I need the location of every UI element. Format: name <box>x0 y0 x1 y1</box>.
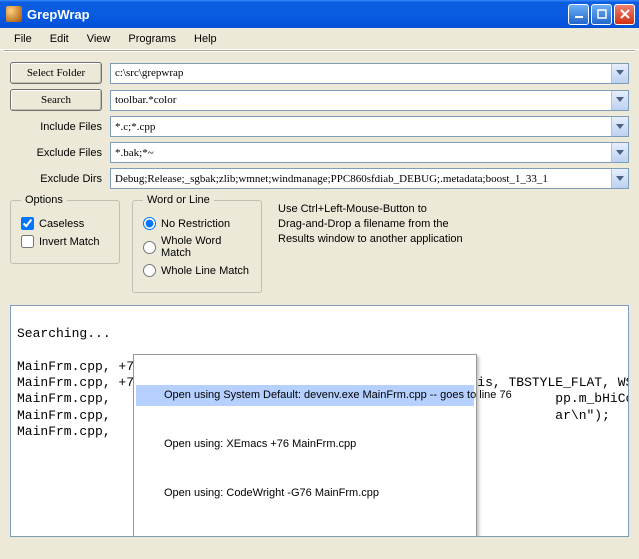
options-legend: Options <box>21 194 67 206</box>
search-combo[interactable] <box>110 90 629 111</box>
menu-programs[interactable]: Programs <box>120 31 184 47</box>
results-line: MainFrm.cpp, <box>17 424 111 439</box>
whole-line-label: Whole Line Match <box>161 265 249 277</box>
menu-edit[interactable]: Edit <box>42 31 77 47</box>
word-or-line-group: Word or Line No Restriction Whole Word M… <box>132 194 262 293</box>
include-files-combo[interactable] <box>110 116 629 137</box>
window-title: GrepWrap <box>27 7 568 22</box>
results-line: Searching... <box>17 326 111 341</box>
whole-word-label: Whole Word Match <box>161 235 251 259</box>
options-group: Options Caseless Invert Match <box>10 194 120 264</box>
include-files-input[interactable] <box>111 117 611 136</box>
maximize-button[interactable] <box>591 4 612 25</box>
ctx-open-xemacs[interactable]: Open using: XEmacs +76 MainFrm.cpp <box>136 434 474 456</box>
no-restriction-radio[interactable] <box>143 217 156 230</box>
exclude-dirs-dropdown-icon[interactable] <box>611 169 628 188</box>
context-menu: Open using System Default: devenv.exe Ma… <box>133 354 477 537</box>
whole-line-radio[interactable] <box>143 264 156 277</box>
ctx-open-ultraedit[interactable]: Open using: UltraEdit MainFrm.cpp -l76 <box>136 532 474 537</box>
exclude-dirs-label: Exclude Dirs <box>10 173 110 185</box>
exclude-dirs-input[interactable] <box>111 169 611 188</box>
folder-dropdown-icon[interactable] <box>611 64 628 83</box>
whole-word-radio[interactable] <box>143 241 156 254</box>
invert-match-label: Invert Match <box>39 236 100 248</box>
close-button[interactable] <box>614 4 635 25</box>
hint-text: Use Ctrl+Left-Mouse-Button to Drag-and-D… <box>274 194 463 247</box>
exclude-files-combo[interactable] <box>110 142 629 163</box>
hint-line: Results window to another application <box>278 232 463 247</box>
hint-line: Use Ctrl+Left-Mouse-Button to <box>278 202 463 217</box>
ctx-open-system-default[interactable]: Open using System Default: devenv.exe Ma… <box>136 385 474 407</box>
menu-bar: File Edit View Programs Help <box>0 28 639 50</box>
caseless-label: Caseless <box>39 218 84 230</box>
menu-help[interactable]: Help <box>186 31 225 47</box>
include-files-label: Include Files <box>10 121 110 133</box>
exclude-files-input[interactable] <box>111 143 611 162</box>
results-pane[interactable]: Searching... MainFrm.cpp, +74 -- MainFrm… <box>10 305 629 537</box>
menu-view[interactable]: View <box>79 31 119 47</box>
word-or-line-legend: Word or Line <box>143 194 214 206</box>
form-area: Select Folder Search Include Files Exclu… <box>0 52 639 301</box>
no-restriction-label: No Restriction <box>161 218 230 230</box>
exclude-files-dropdown-icon[interactable] <box>611 143 628 162</box>
app-icon <box>6 6 22 22</box>
exclude-dirs-combo[interactable] <box>110 168 629 189</box>
invert-match-checkbox[interactable] <box>21 235 34 248</box>
folder-combo[interactable] <box>110 63 629 84</box>
caseless-checkbox[interactable] <box>21 217 34 230</box>
minimize-button[interactable] <box>568 4 589 25</box>
search-button[interactable]: Search <box>10 89 102 111</box>
search-dropdown-icon[interactable] <box>611 91 628 110</box>
menu-file[interactable]: File <box>6 31 40 47</box>
ctx-open-codewright[interactable]: Open using: CodeWright -G76 MainFrm.cpp <box>136 483 474 505</box>
hint-line: Drag-and-Drop a filename from the <box>278 217 463 232</box>
exclude-files-label: Exclude Files <box>10 147 110 159</box>
folder-input[interactable] <box>111 64 611 83</box>
select-folder-button[interactable]: Select Folder <box>10 62 102 84</box>
search-input[interactable] <box>111 91 611 110</box>
title-bar: GrepWrap <box>0 0 639 28</box>
include-dropdown-icon[interactable] <box>611 117 628 136</box>
